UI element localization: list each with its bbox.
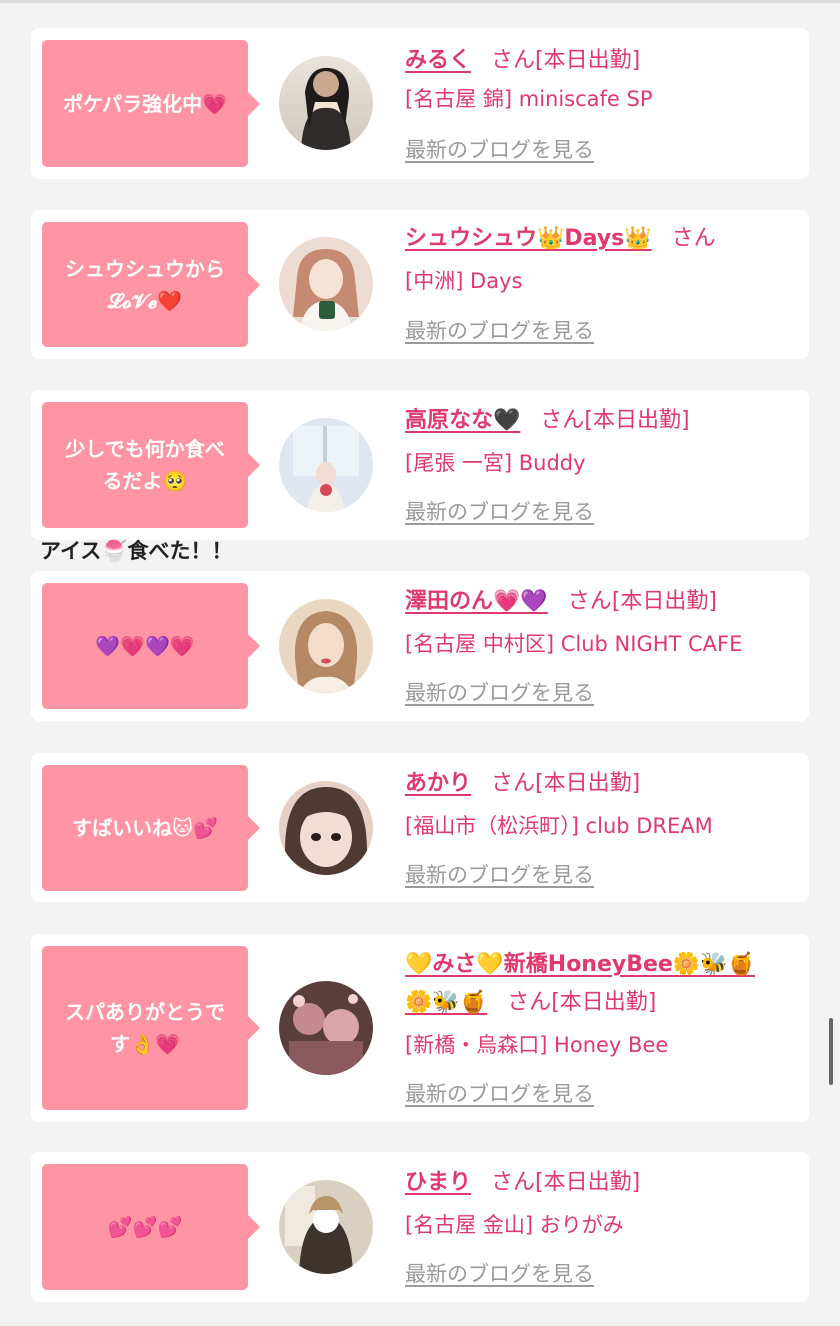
cast-card: スパありがとうで す👌💗 💛みさ💛新橋HoneyBee🌼🐝🍯 🌼🐝🍯 さん[本日出… [31, 934, 809, 1122]
vertical-scrollbar[interactable] [829, 1018, 833, 1085]
cast-info: 💛みさ💛新橋HoneyBee🌼🐝🍯 🌼🐝🍯 さん[本日出勤] [新橋・烏森口] H… [405, 946, 805, 1064]
latest-blog-link[interactable]: 最新のブログを見る [405, 677, 594, 707]
cast-info: あかり さん[本日出勤] [福山市（松浜町）] club DREAM [405, 765, 805, 845]
cast-card: すばいいね🐱💕 あかり さん[本日出勤] [福山市（松浜町）] club DREA… [31, 753, 809, 902]
message-bubble: 💜💗💜💗 [42, 583, 260, 709]
cast-card: ポケパラ強化中💗 みるく さん[本日出勤] [名古屋 錦] miniscafe S… [31, 28, 809, 179]
latest-blog-link[interactable]: 最新のブログを見る [405, 315, 594, 345]
shop-name: [名古屋 金山] おりがみ [405, 1213, 624, 1237]
honorific: さん [491, 771, 536, 796]
attendance-status: [本日出勤] [611, 589, 717, 614]
cast-name-link[interactable]: シュウシュウ👑Days👑 [405, 226, 652, 251]
bubble-text: すばいいね🐱💕 [72, 816, 218, 840]
latest-blog-link[interactable]: 最新のブログを見る [405, 1258, 594, 1288]
cast-name-link[interactable]: 高原なな🖤 [405, 408, 520, 433]
honorific: さん [671, 226, 716, 251]
cast-card: 少しでも何か食べ るだよ🥺 高原なな🖤 さん[本日出勤] [尾張 一宮] Budd… [31, 390, 809, 540]
honorific: さん [540, 408, 585, 433]
cast-card: シュウシュウから 𝓛𝓸𝓥𝓮❤️ シュウシュウ👑Days👑 さん [中洲] Days… [31, 210, 809, 359]
attendance-status: [本日出勤] [535, 48, 641, 73]
bubble-text: スパありがとうで [65, 1000, 225, 1024]
honorific: さん [491, 1170, 536, 1195]
top-divider [0, 0, 840, 3]
message-bubble: すばいいね🐱💕 [42, 765, 260, 891]
cast-name-link[interactable]: 💛みさ💛新橋HoneyBee🌼🐝🍯 [405, 952, 755, 977]
cast-name-link[interactable]: みるく [405, 48, 471, 73]
bubble-text: 💜💗💜💗 [95, 634, 195, 658]
latest-blog-link[interactable]: 最新のブログを見る [405, 496, 594, 526]
avatar[interactable] [279, 981, 373, 1075]
avatar[interactable] [279, 418, 373, 512]
bubble-text: シュウシュウから [65, 256, 225, 281]
cast-name-link[interactable]: ひまり [405, 1170, 471, 1195]
cast-info: 高原なな🖤 さん[本日出勤] [尾張 一宮] Buddy [405, 402, 805, 482]
avatar[interactable] [279, 1180, 373, 1274]
shop-name: [新橋・烏森口] Honey Bee [405, 1033, 669, 1057]
bubble-text: す👌💗 [110, 1032, 180, 1056]
bubble-text: 𝓛𝓸𝓥𝓮❤️ [107, 288, 183, 313]
message-bubble: スパありがとうで す👌💗 [42, 946, 260, 1110]
cast-name-link-continued[interactable]: 🌼🐝🍯 [405, 990, 487, 1015]
attendance-status: [本日出勤] [535, 1170, 641, 1195]
avatar[interactable] [279, 781, 373, 875]
cast-info: シュウシュウ👑Days👑 さん [中洲] Days [405, 220, 805, 300]
shop-name: [名古屋 錦] miniscafe SP [405, 87, 653, 111]
message-bubble: ポケパラ強化中💗 [42, 40, 260, 167]
cast-name-link[interactable]: あかり [405, 771, 471, 796]
shop-name: [福山市（松浜町）] club DREAM [405, 814, 713, 838]
honorific: さん [507, 990, 552, 1015]
latest-blog-link[interactable]: 最新のブログを見る [405, 859, 594, 889]
latest-blog-link[interactable]: 最新のブログを見る [405, 1078, 594, 1108]
bubble-text: るだよ🥺 [102, 469, 188, 493]
avatar[interactable] [279, 56, 373, 150]
bubble-text: 💕💕💕 [107, 1215, 183, 1239]
shop-name: [尾張 一宮] Buddy [405, 451, 586, 475]
bubble-text: ポケパラ強化中💗 [62, 91, 228, 116]
honorific: さん [567, 589, 612, 614]
avatar[interactable] [279, 237, 373, 331]
cast-info: みるく さん[本日出勤] [名古屋 錦] miniscafe SP [405, 42, 805, 118]
message-bubble: 少しでも何か食べ るだよ🥺 [42, 402, 260, 528]
overflow-caption: アイス🍧食べた！！ [40, 539, 233, 563]
attendance-status: [本日出勤] [584, 408, 690, 433]
latest-blog-link[interactable]: 最新のブログを見る [405, 134, 594, 164]
attendance-status: [本日出勤] [535, 771, 641, 796]
cast-info: ひまり さん[本日出勤] [名古屋 金山] おりがみ [405, 1164, 805, 1244]
honorific: さん [491, 48, 536, 73]
cast-name-link[interactable]: 澤田のん💗💜 [405, 589, 548, 614]
cast-card: 💕💕💕 ひまり さん[本日出勤] [名古屋 金山] おりがみ 最新のブログを見る [31, 1152, 809, 1302]
cast-info: 澤田のん💗💜 さん[本日出勤] [名古屋 中村区] Club NIGHT CAFE [405, 583, 805, 663]
bubble-text: 少しでも何か食べ [65, 437, 225, 461]
shop-name: [中洲] Days [405, 269, 523, 293]
message-bubble: シュウシュウから 𝓛𝓸𝓥𝓮❤️ [42, 222, 260, 347]
attendance-status: [本日出勤] [551, 990, 657, 1015]
shop-name: [名古屋 中村区] Club NIGHT CAFE [405, 632, 743, 656]
avatar[interactable] [279, 599, 373, 693]
cast-card: 💜💗💜💗 澤田のん💗💜 さん[本日出勤] [名古屋 中村区] Club NIGHT… [31, 571, 809, 721]
message-bubble: 💕💕💕 [42, 1164, 260, 1290]
